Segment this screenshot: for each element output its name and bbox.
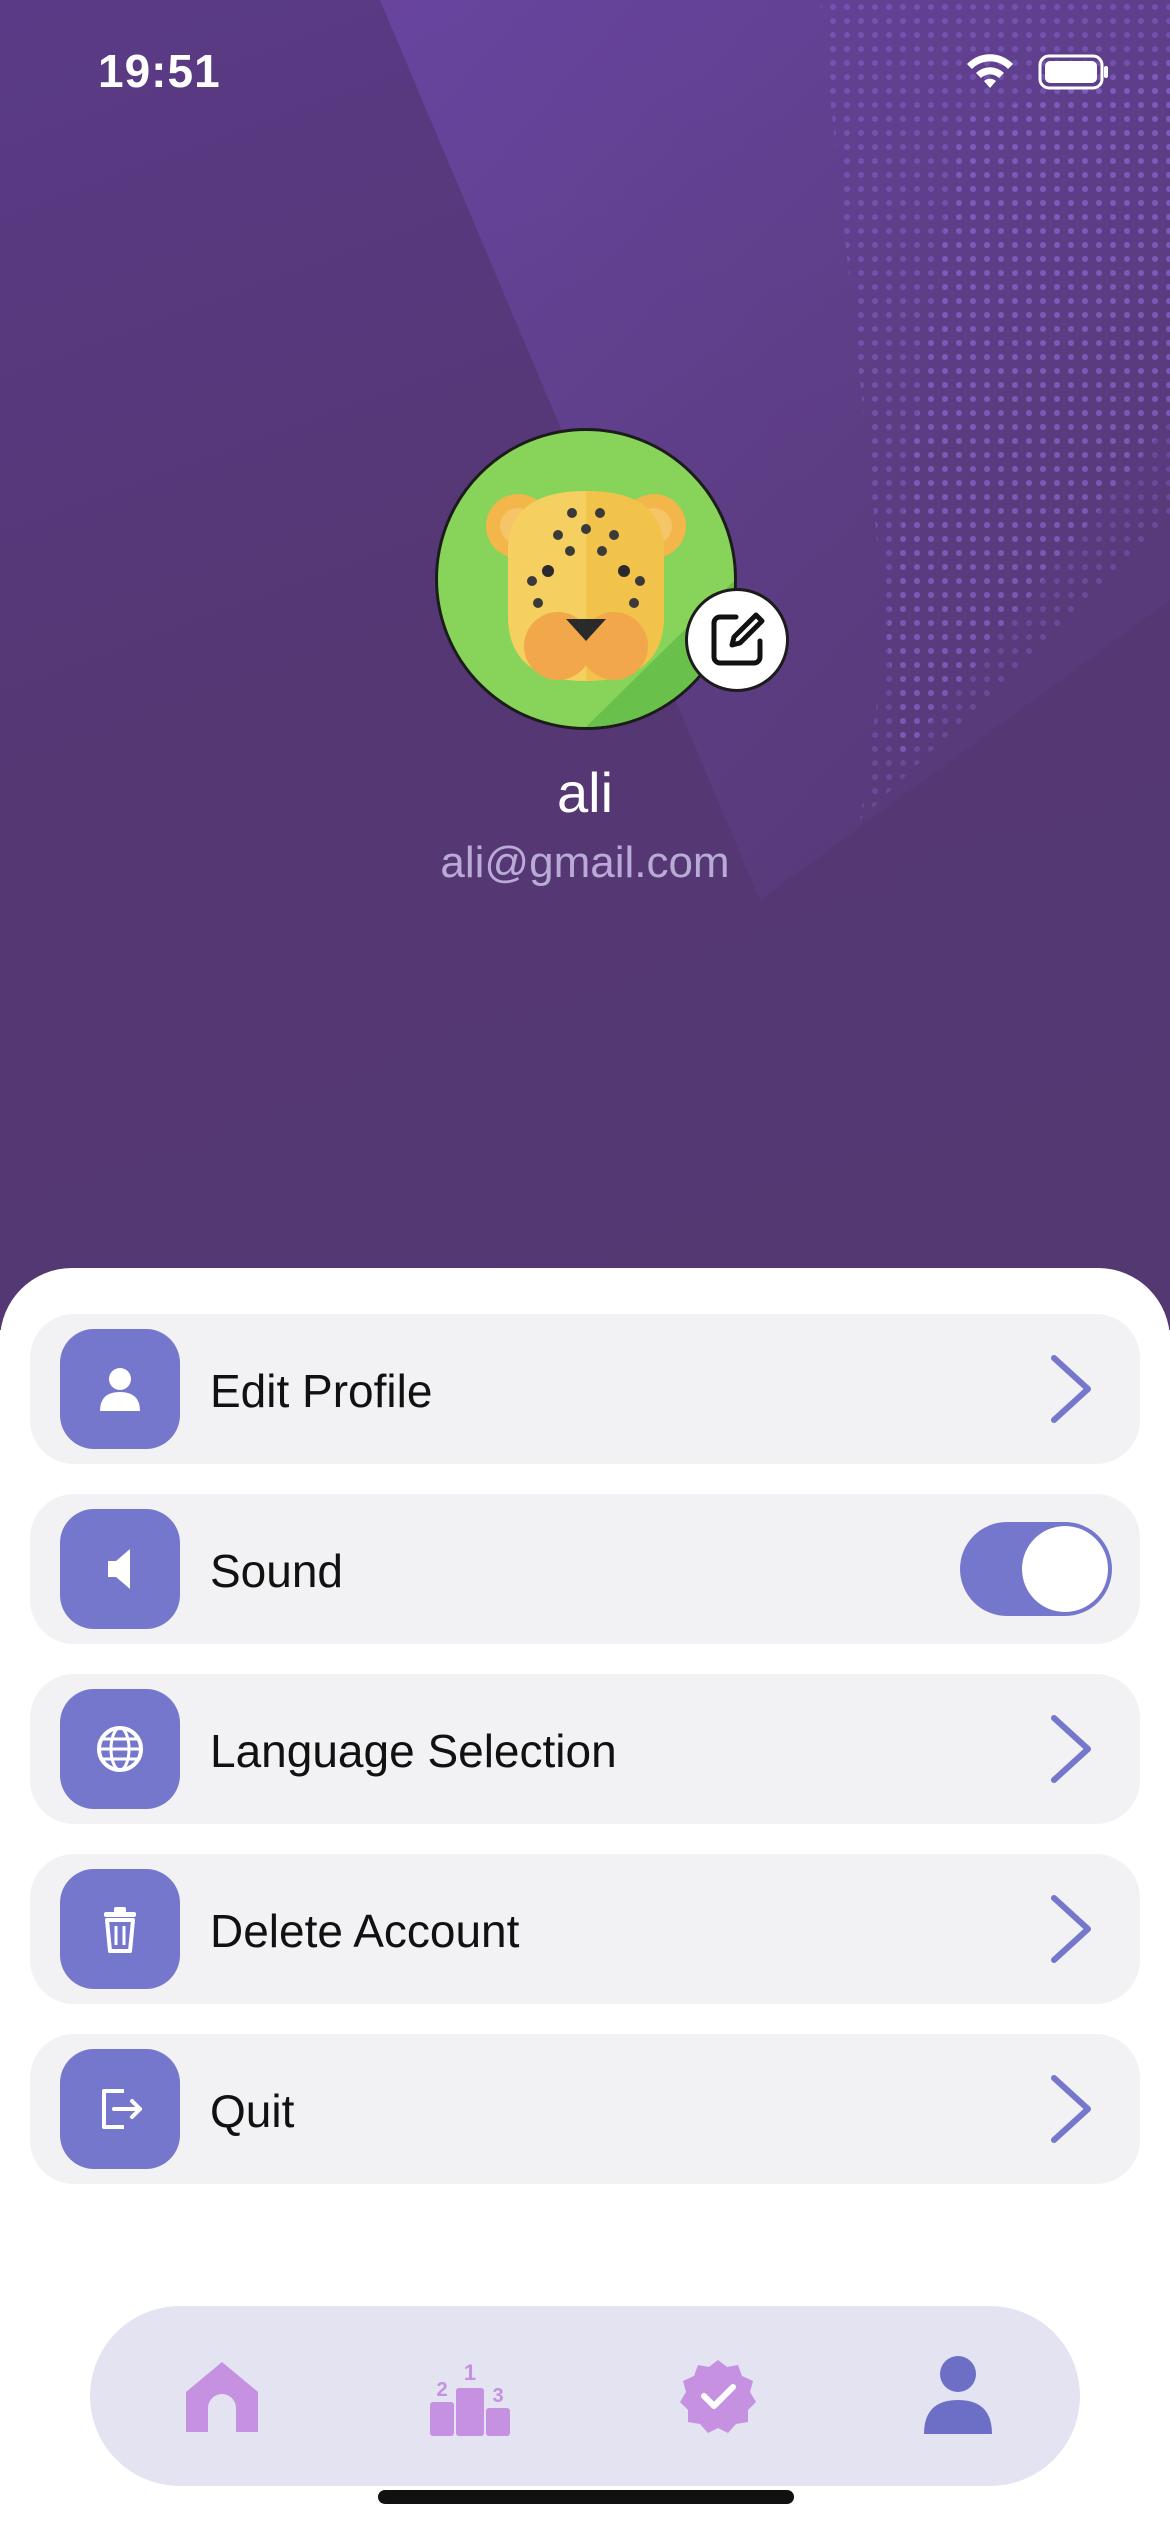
tab-leaderboard[interactable]: 1 2 3 bbox=[420, 2346, 520, 2446]
chevron-right-icon bbox=[1051, 2075, 1091, 2143]
person-icon bbox=[60, 1329, 180, 1449]
globe-icon bbox=[60, 1689, 180, 1809]
svg-text:3: 3 bbox=[492, 2385, 503, 2407]
badge-check-icon bbox=[680, 2360, 756, 2433]
logout-icon bbox=[60, 2049, 180, 2169]
profile-header: 19:51 ali ali@gmail.com bbox=[0, 0, 1170, 1330]
menu-item-label: Edit Profile bbox=[210, 1365, 433, 1417]
podium-icon: 1 2 3 bbox=[430, 2360, 510, 2436]
menu-item-language-selection[interactable]: Language Selection bbox=[30, 1674, 1140, 1824]
edit-avatar-button[interactable] bbox=[685, 588, 789, 692]
menu-item-label: Language Selection bbox=[210, 1725, 617, 1777]
home-indicator bbox=[378, 2490, 794, 2504]
menu-item-label: Sound bbox=[210, 1545, 344, 1597]
chevron-right-icon bbox=[1051, 1355, 1091, 1423]
sound-toggle[interactable] bbox=[960, 1522, 1112, 1616]
menu-item-label: Quit bbox=[210, 2085, 295, 2137]
chevron-right-icon bbox=[1051, 1715, 1091, 1783]
leopard-avatar bbox=[486, 491, 734, 727]
bottom-tab-bar: 1 2 3 bbox=[90, 2306, 1080, 2486]
status-time: 19:51 bbox=[98, 45, 221, 97]
profile-name: ali bbox=[556, 761, 614, 824]
home-icon bbox=[186, 2362, 258, 2432]
profile-email: ali@gmail.com bbox=[440, 838, 730, 887]
chevron-right-icon bbox=[1051, 1895, 1091, 1963]
tab-achievements[interactable] bbox=[668, 2346, 768, 2446]
speaker-icon bbox=[60, 1509, 180, 1629]
menu-item-edit-profile[interactable]: Edit Profile bbox=[30, 1314, 1140, 1464]
avatar[interactable] bbox=[435, 428, 737, 730]
status-icons bbox=[964, 52, 1110, 92]
wifi-icon bbox=[967, 54, 1013, 88]
tab-profile[interactable] bbox=[908, 2346, 1008, 2446]
tab-home[interactable] bbox=[172, 2346, 272, 2446]
menu-item-sound[interactable]: Sound bbox=[30, 1494, 1140, 1644]
svg-text:2: 2 bbox=[436, 2379, 447, 2401]
avatar-container bbox=[435, 428, 789, 730]
trash-icon bbox=[60, 1869, 180, 1989]
menu-item-label: Delete Account bbox=[210, 1905, 520, 1957]
toggle-knob bbox=[1022, 1526, 1108, 1612]
battery-icon bbox=[1038, 54, 1108, 90]
edit-square-icon bbox=[711, 612, 765, 666]
svg-text:1: 1 bbox=[464, 2360, 476, 2385]
menu-item-delete-account[interactable]: Delete Account bbox=[30, 1854, 1140, 2004]
person-icon bbox=[924, 2356, 992, 2434]
menu-item-quit[interactable]: Quit bbox=[30, 2034, 1140, 2184]
